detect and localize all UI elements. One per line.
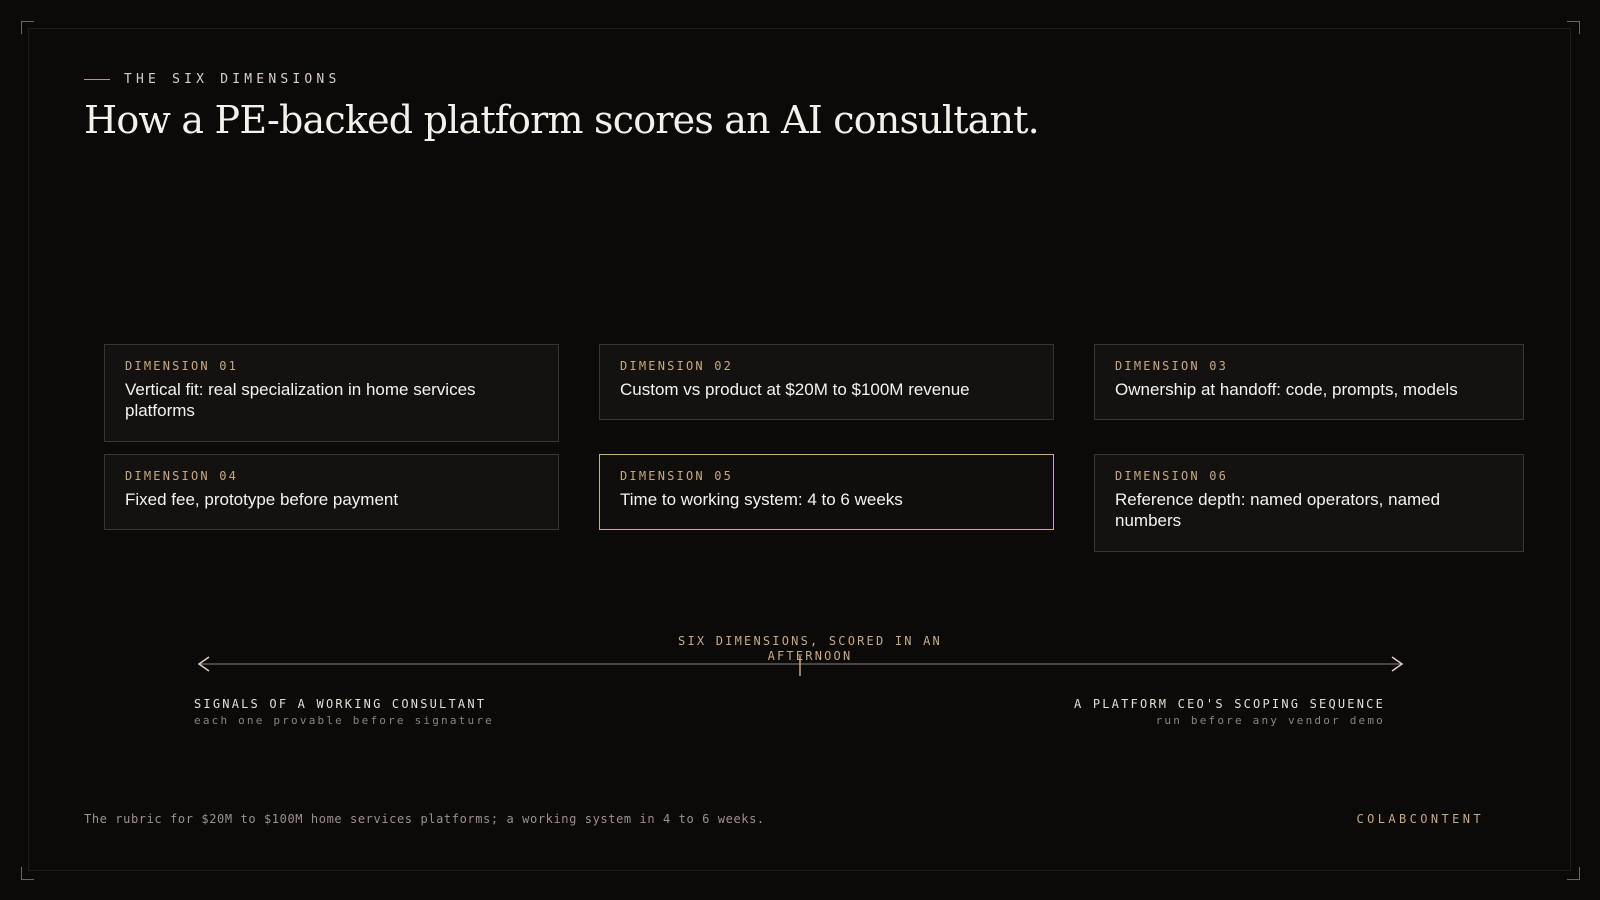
dimension-label: DIMENSION 02	[620, 359, 734, 373]
axis-right-subtitle: run before any vendor demo	[1155, 714, 1385, 727]
axis-left-label: SIGNALS OF A WORKING CONSULTANT each one…	[194, 697, 494, 727]
dimension-label: DIMENSION 03	[1115, 359, 1229, 373]
slide-frame	[28, 28, 1571, 871]
dimension-text: Ownership at handoff: code, prompts, mod…	[1115, 380, 1458, 399]
dimension-card-01: DIMENSION 01 Vertical fit: real speciali…	[104, 344, 559, 442]
dimension-card-04: DIMENSION 04 Fixed fee, prototype before…	[104, 454, 559, 530]
slide-title: How a PE-backed platform scores an AI co…	[84, 98, 1040, 142]
dimension-label: DIMENSION 06	[1115, 469, 1229, 483]
axis-center-label: SIX DIMENSIONS, SCORED IN AN AFTERNOON	[678, 634, 942, 663]
dimension-label: DIMENSION 01	[125, 359, 239, 373]
dimension-label: DIMENSION 04	[125, 469, 239, 483]
corner-mark-top-right	[1567, 21, 1580, 34]
corner-mark-top-left	[21, 21, 34, 34]
axis-right-label: A PLATFORM CEO'S SCOPING SEQUENCE run be…	[1074, 697, 1385, 727]
dimension-text: Time to working system: 4 to 6 weeks	[620, 490, 903, 509]
dimension-text: Fixed fee, prototype before payment	[125, 490, 399, 509]
corner-mark-bottom-left	[21, 867, 34, 880]
dimension-label: DIMENSION 05	[620, 469, 734, 483]
dimension-card-03: DIMENSION 03 Ownership at handoff: code,…	[1094, 344, 1524, 420]
axis-right-title: A PLATFORM CEO'S SCOPING SEQUENCE	[1073, 697, 1385, 711]
dimension-text: Vertical fit: real specialization in hom…	[125, 380, 476, 420]
axis-left-subtitle: each one provable before signature	[194, 714, 494, 727]
eyebrow-text: THE SIX DIMENSIONS	[124, 72, 341, 87]
corner-mark-bottom-right	[1567, 867, 1580, 880]
footer-note: The rubric for $20M to $100M home servic…	[84, 812, 765, 826]
scoring-axis: SIX DIMENSIONS, SCORED IN AN AFTERNOON S…	[190, 620, 1410, 730]
dimension-card-02: DIMENSION 02 Custom vs product at $20M t…	[599, 344, 1054, 420]
section-eyebrow: THE SIX DIMENSIONS	[84, 72, 340, 87]
dimension-text: Reference depth: named operators, named …	[1115, 490, 1441, 530]
brand-wordmark: COLABCONTENT	[1356, 812, 1484, 826]
dimension-card-06: DIMENSION 06 Reference depth: named oper…	[1094, 454, 1524, 552]
dimension-text: Custom vs product at $20M to $100M reven…	[620, 380, 970, 399]
axis-left-title: SIGNALS OF A WORKING CONSULTANT	[194, 697, 487, 711]
eyebrow-rule	[84, 79, 110, 80]
dimension-card-05: DIMENSION 05 Time to working system: 4 t…	[599, 454, 1054, 530]
